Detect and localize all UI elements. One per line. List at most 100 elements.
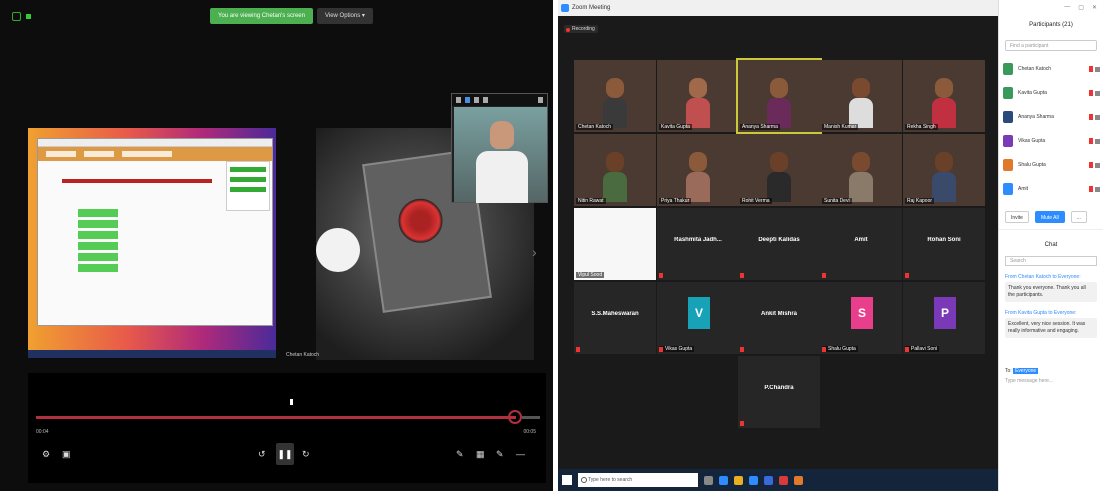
seek-handle[interactable] bbox=[508, 410, 522, 424]
participant-name: S.S.Maheswaran bbox=[591, 311, 639, 317]
participant-row[interactable]: Amit bbox=[999, 177, 1103, 201]
recording-badge[interactable]: Recording bbox=[564, 25, 598, 33]
view-options-button[interactable]: View Options ▾ bbox=[316, 8, 373, 24]
participant-tile[interactable]: Priya Thakur bbox=[657, 134, 739, 206]
participant-name: Ananya Sharma bbox=[1018, 114, 1054, 120]
camera-icon[interactable] bbox=[1095, 162, 1100, 168]
seek-bar-remaining[interactable] bbox=[522, 416, 540, 419]
participant-tile[interactable]: S.S.Maheswaran bbox=[574, 282, 656, 354]
media-app-icon[interactable] bbox=[794, 475, 803, 485]
toolbar-button bbox=[84, 151, 114, 157]
chat-recipient-select[interactable]: Everyone bbox=[1013, 368, 1039, 374]
participant-row[interactable]: Ananya Sharma bbox=[999, 105, 1103, 129]
participant-tile[interactable]: P.Chandra bbox=[738, 356, 820, 428]
chrome-app-icon[interactable] bbox=[779, 475, 788, 485]
chat-message-input[interactable]: Type message here... bbox=[1005, 378, 1097, 384]
close-icon[interactable]: ✕ bbox=[1092, 4, 1097, 11]
participant-tile[interactable]: Kavita Gupta bbox=[657, 60, 739, 132]
participant-tile[interactable]: Rohan Soni bbox=[903, 208, 985, 280]
invite-button[interactable]: Invite bbox=[1005, 211, 1029, 223]
participant-head bbox=[935, 152, 953, 172]
participant-video bbox=[932, 152, 956, 202]
participant-name: Amit bbox=[854, 237, 868, 243]
muted-mic-icon[interactable] bbox=[1089, 162, 1093, 168]
draw-icon[interactable]: ✎ bbox=[456, 449, 464, 460]
participant-tile[interactable]: Rohit Verma bbox=[738, 134, 820, 206]
minimize-icon[interactable] bbox=[538, 97, 543, 103]
minimize-icon[interactable]: — bbox=[516, 449, 525, 459]
video-icon[interactable] bbox=[465, 97, 470, 103]
participant-tile[interactable]: Raj Kapoor bbox=[903, 134, 985, 206]
file-explorer-icon[interactable] bbox=[734, 475, 743, 485]
participant-row[interactable]: Vikas Gupta bbox=[999, 129, 1103, 153]
forward-icon[interactable]: ↻ bbox=[302, 449, 310, 460]
settings-icon[interactable]: ⚙ bbox=[42, 449, 50, 460]
muted-mic-icon[interactable] bbox=[1089, 138, 1093, 144]
camera-icon[interactable] bbox=[1095, 66, 1100, 72]
layout-icon[interactable] bbox=[474, 97, 479, 103]
camera-icon[interactable] bbox=[1095, 90, 1100, 96]
seek-bar[interactable] bbox=[36, 416, 516, 419]
participant-tile[interactable]: P Pallavi Soni bbox=[903, 282, 985, 354]
muted-mic-icon[interactable] bbox=[1089, 90, 1093, 96]
mute-all-button[interactable]: Mute All bbox=[1034, 211, 1065, 223]
muted-mic-icon[interactable] bbox=[1089, 186, 1093, 192]
participant-tile[interactable]: Ankit Mishra bbox=[738, 282, 820, 354]
avatar bbox=[1003, 87, 1013, 99]
participant-name-tag: Manish Kumar bbox=[822, 124, 859, 130]
participant-tile[interactable]: Vipul Sood bbox=[574, 208, 656, 280]
camera-icon[interactable] bbox=[1095, 114, 1100, 120]
participant-tile[interactable]: Nitin Rawat bbox=[574, 134, 656, 206]
participant-tile[interactable]: S Shalu Gupta bbox=[820, 282, 902, 354]
participant-tile[interactable]: Sunita Devi bbox=[820, 134, 902, 206]
screen-icon[interactable]: ▦ bbox=[476, 449, 485, 460]
task-view-icon[interactable] bbox=[704, 475, 713, 485]
speaker-thumbnail[interactable] bbox=[451, 93, 548, 203]
participant-tile[interactable]: Rashmita Jadh... bbox=[657, 208, 739, 280]
rewind-icon[interactable]: ↺ bbox=[258, 449, 266, 460]
chat-recipient: To: Everyone bbox=[1005, 368, 1097, 374]
menu-icon[interactable] bbox=[456, 97, 461, 103]
connection-icon[interactable] bbox=[12, 12, 21, 21]
minimize-icon[interactable]: — bbox=[1064, 4, 1070, 10]
muted-mic-icon[interactable] bbox=[1089, 114, 1093, 120]
chevron-right-icon[interactable]: › bbox=[532, 244, 537, 260]
layout-icon[interactable] bbox=[483, 97, 488, 103]
participant-tile[interactable]: Chetan Katoch bbox=[574, 60, 656, 132]
participant-row[interactable]: Chetan Katoch bbox=[999, 57, 1103, 81]
participant-body bbox=[932, 172, 956, 202]
participant-row[interactable]: Shalu Gupta bbox=[999, 153, 1103, 177]
muted-mic-icon bbox=[659, 273, 663, 278]
participant-tile[interactable]: Deepti Kalidas bbox=[738, 208, 820, 280]
toolbar-button bbox=[46, 151, 76, 157]
muted-mic-icon bbox=[822, 347, 826, 352]
participant-search-input[interactable]: Find a participant bbox=[1005, 40, 1097, 51]
participant-tile[interactable]: Manish Kumar bbox=[820, 60, 902, 132]
camera-icon[interactable] bbox=[1095, 138, 1100, 144]
edge-browser-icon[interactable] bbox=[719, 475, 728, 485]
window-controls: — ▢ ✕ bbox=[999, 0, 1103, 14]
participant-tile[interactable]: V Vikas Gupta bbox=[657, 282, 739, 354]
participant-row[interactable]: Kavita Gupta bbox=[999, 81, 1103, 105]
led-ring bbox=[395, 195, 446, 246]
zoom-app-icon[interactable] bbox=[749, 475, 758, 485]
muted-mic-icon bbox=[740, 273, 744, 278]
maximize-icon[interactable]: ▢ bbox=[1078, 4, 1084, 11]
participant-tile[interactable]: Ananya Sharma bbox=[736, 58, 822, 134]
captions-icon[interactable]: ▣ bbox=[62, 449, 71, 460]
chat-search-input[interactable]: Search bbox=[1005, 256, 1097, 266]
muted-mic-icon[interactable] bbox=[1089, 66, 1093, 72]
edit-icon[interactable]: ✎ bbox=[496, 449, 504, 460]
participant-tile[interactable]: Amit bbox=[820, 208, 902, 280]
recording-label: Recording bbox=[572, 26, 595, 32]
participant-tile[interactable]: Rekha Singh bbox=[903, 60, 985, 132]
total-time: 00:05 bbox=[523, 429, 536, 435]
participant-video bbox=[849, 152, 873, 202]
windows-start-icon[interactable] bbox=[562, 475, 572, 485]
more-button[interactable]: ... bbox=[1070, 211, 1087, 223]
taskbar-search-input[interactable]: Type here to search bbox=[578, 473, 698, 487]
word-app-icon[interactable] bbox=[764, 475, 773, 485]
camera-icon[interactable] bbox=[1095, 186, 1100, 192]
participant-name-tag: Kavita Gupta bbox=[659, 124, 692, 130]
play-pause-button[interactable]: ❚❚ bbox=[276, 443, 294, 465]
